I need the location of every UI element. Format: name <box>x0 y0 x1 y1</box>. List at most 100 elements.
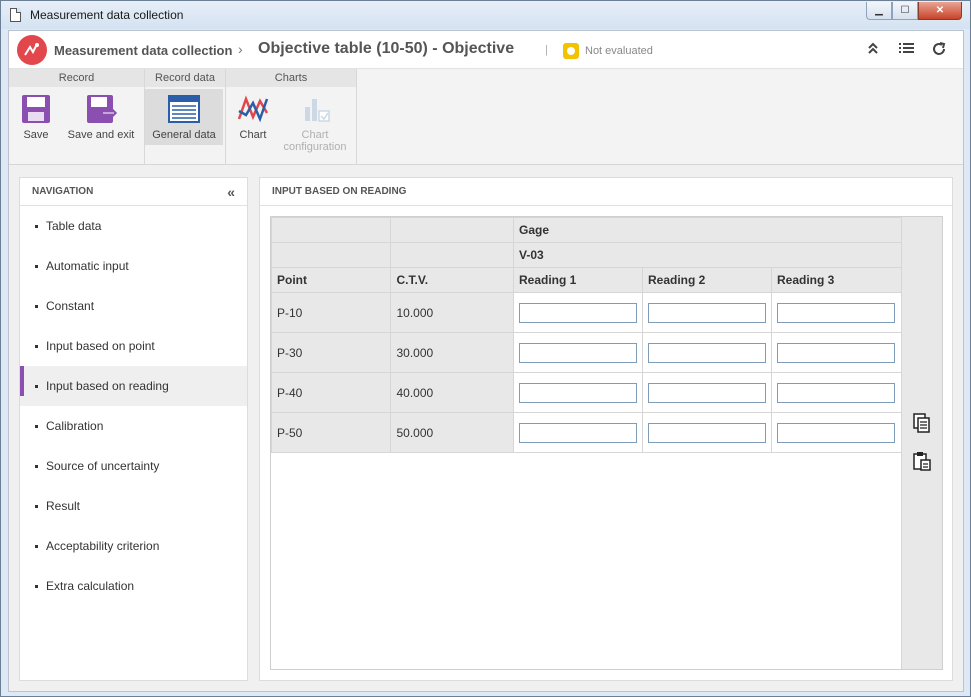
chart-label: Chart <box>239 129 267 141</box>
gage-value: V-03 <box>513 242 903 268</box>
ribbon-group-record: Record <box>9 69 144 87</box>
navigation-panel: NAVIGATION « Table data Automatic input … <box>19 177 248 681</box>
reading-grid: Gage V-03 Point C.T.V. Reading 1 Reading… <box>270 216 943 670</box>
column-header-reading-2: Reading 2 <box>642 267 772 293</box>
ctv-cell: 40.000 <box>390 372 514 413</box>
reading-2-cell <box>642 292 772 333</box>
reading-3-input[interactable] <box>777 302 895 323</box>
minimize-button[interactable]: ▁ <box>866 2 892 20</box>
table-row: P-10 10.000 <box>270 292 903 333</box>
refresh-icon[interactable] <box>931 41 947 61</box>
collapse-left-icon[interactable]: « <box>227 178 235 206</box>
general-data-label: General data <box>152 129 216 141</box>
status-text: Not evaluated <box>585 45 653 57</box>
table-row: P-40 40.000 <box>270 372 903 413</box>
reading-3-input[interactable] <box>777 422 895 443</box>
nav-item-table-data[interactable]: Table data <box>20 206 247 246</box>
ribbon-group-charts: Charts <box>226 69 356 87</box>
application-window: Measurement data collection ▁ ☐ ✕ Measur… <box>0 0 971 697</box>
save-and-exit-label: Save and exit <box>67 129 135 141</box>
chart-configuration-label: Chart configuration <box>283 129 347 153</box>
header-divider: | <box>545 44 548 56</box>
reading-1-cell <box>513 372 643 413</box>
content-panel: INPUT BASED ON READING Gage V-03 Point C… <box>259 177 953 681</box>
ctv-cell: 50.000 <box>390 412 514 453</box>
reading-3-cell <box>771 412 903 453</box>
grid-action-strip <box>901 217 942 669</box>
save-button[interactable]: Save <box>13 89 59 145</box>
nav-item-extra-calculation[interactable]: Extra calculation <box>20 566 247 606</box>
nav-item-acceptability-criterion[interactable]: Acceptability criterion <box>20 526 247 566</box>
general-data-icon <box>168 93 200 125</box>
breadcrumb-chevron-icon: › <box>238 41 243 57</box>
reading-2-cell <box>642 372 772 413</box>
nav-item-input-based-on-reading[interactable]: Input based on reading <box>20 366 247 406</box>
page-title: Objective table (10-50) - Objective <box>258 40 515 57</box>
navigation-header: NAVIGATION « <box>20 178 247 206</box>
table-row: P-50 50.000 <box>270 412 903 453</box>
reading-2-input[interactable] <box>648 302 766 323</box>
list-icon[interactable] <box>899 41 915 59</box>
panel-title: INPUT BASED ON READING <box>260 178 952 206</box>
status-indicator-icon <box>563 43 579 59</box>
save-and-exit-button[interactable]: Save and exit <box>63 89 139 145</box>
reading-2-cell <box>642 332 772 373</box>
reading-3-input[interactable] <box>777 382 895 403</box>
app-logo-icon <box>17 35 47 65</box>
chart-button[interactable]: Chart <box>231 89 275 145</box>
header-empty-cell <box>270 217 392 243</box>
reading-1-input[interactable] <box>519 302 637 323</box>
document-icon <box>10 8 21 22</box>
breadcrumb-app[interactable]: Measurement data collection <box>54 43 232 58</box>
point-cell: P-10 <box>270 292 392 333</box>
reading-3-cell <box>771 332 903 373</box>
column-header-point: Point <box>270 267 392 293</box>
close-button[interactable]: ✕ <box>918 2 962 20</box>
reading-2-input[interactable] <box>648 342 766 363</box>
gage-header: Gage <box>513 217 903 243</box>
header-empty-cell <box>270 242 392 268</box>
client-area: Measurement data collection › Objective … <box>8 30 964 692</box>
reading-1-input[interactable] <box>519 382 637 403</box>
reading-1-input[interactable] <box>519 422 637 443</box>
ribbon-divider <box>356 69 357 165</box>
save-icon <box>20 93 52 125</box>
header-empty-cell <box>390 242 514 268</box>
general-data-button[interactable]: General data <box>145 89 223 145</box>
save-label: Save <box>23 129 49 141</box>
copy-icon[interactable] <box>912 413 932 438</box>
chart-configuration-icon <box>299 93 331 125</box>
collapse-up-icon[interactable] <box>867 41 879 59</box>
ctv-cell: 30.000 <box>390 332 514 373</box>
reading-table: Gage V-03 Point C.T.V. Reading 1 Reading… <box>270 217 903 453</box>
point-cell: P-40 <box>270 372 392 413</box>
point-cell: P-30 <box>270 332 392 373</box>
reading-2-cell <box>642 412 772 453</box>
nav-item-calibration[interactable]: Calibration <box>20 406 247 446</box>
window-title: Measurement data collection <box>30 8 184 22</box>
column-header-reading-1: Reading 1 <box>513 267 643 293</box>
nav-item-automatic-input[interactable]: Automatic input <box>20 246 247 286</box>
reading-1-cell <box>513 332 643 373</box>
window-controls: ▁ ☐ ✕ <box>866 2 962 20</box>
nav-item-result[interactable]: Result <box>20 486 247 526</box>
point-cell: P-50 <box>270 412 392 453</box>
ctv-cell: 10.000 <box>390 292 514 333</box>
reading-1-cell <box>513 412 643 453</box>
nav-item-constant[interactable]: Constant <box>20 286 247 326</box>
reading-2-input[interactable] <box>648 422 766 443</box>
reading-2-input[interactable] <box>648 382 766 403</box>
maximize-button[interactable]: ☐ <box>892 2 918 20</box>
nav-item-source-of-uncertainty[interactable]: Source of uncertainty <box>20 446 247 486</box>
column-header-reading-3: Reading 3 <box>771 267 903 293</box>
chart-configuration-button[interactable]: Chart configuration <box>281 89 349 153</box>
ribbon-group-record-data: Record data <box>145 69 225 87</box>
nav-item-input-based-on-point[interactable]: Input based on point <box>20 326 247 366</box>
window-titlebar[interactable]: Measurement data collection ▁ ☐ ✕ <box>1 1 970 29</box>
reading-1-input[interactable] <box>519 342 637 363</box>
reading-3-input[interactable] <box>777 342 895 363</box>
column-header-ctv: C.T.V. <box>390 267 514 293</box>
save-exit-icon <box>85 93 118 125</box>
navigation-title: NAVIGATION <box>32 186 94 197</box>
paste-icon[interactable] <box>912 451 932 476</box>
